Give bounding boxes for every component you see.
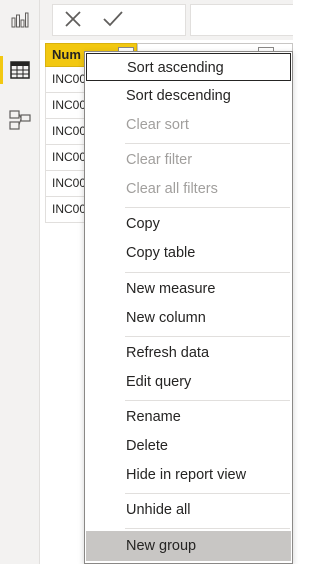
menu-separator [125,493,290,494]
menu-separator [125,143,290,144]
formula-input[interactable] [190,4,293,36]
column-header-label: Num [52,47,81,62]
menu-item-clear-sort[interactable]: Clear sort [86,111,291,139]
commit-formula-button[interactable] [93,5,133,35]
menu-item-sort-descending[interactable]: Sort descending [86,82,291,110]
close-icon [63,9,83,32]
menu-separator [125,528,290,529]
formula-bar-buttons [52,4,186,36]
menu-item-copy-table[interactable]: Copy table [86,239,291,267]
view-switcher-rail [0,0,40,564]
menu-item-new-column[interactable]: New column [86,304,291,332]
menu-separator [125,207,290,208]
menu-item-clear-all-filters[interactable]: Clear all filters [86,175,291,203]
menu-separator [125,336,290,337]
menu-item-refresh-data[interactable]: Refresh data [86,339,291,367]
menu-item-new-group[interactable]: New group [86,531,291,561]
table-grid-icon [10,61,30,79]
menu-item-unhide-all[interactable]: Unhide all [86,496,291,524]
menu-item-hide-in-report-view[interactable]: Hide in report view [86,461,291,489]
check-icon [102,9,124,32]
menu-item-new-measure[interactable]: New measure [86,275,291,303]
menu-separator [125,272,290,273]
model-view-button[interactable] [0,100,40,140]
menu-item-delete[interactable]: Delete [86,432,291,460]
menu-separator [125,400,290,401]
menu-item-edit-query[interactable]: Edit query [86,368,291,396]
model-diagram-icon [9,109,31,131]
menu-item-clear-filter[interactable]: Clear filter [86,146,291,174]
menu-item-copy[interactable]: Copy [86,210,291,238]
menu-item-rename[interactable]: Rename [86,403,291,431]
report-view-button[interactable] [0,0,40,40]
cancel-formula-button[interactable] [53,5,93,35]
column-context-menu: Sort ascending Sort descending Clear sor… [84,51,293,564]
menu-item-sort-ascending[interactable]: Sort ascending [86,53,291,81]
formula-bar [40,0,293,40]
data-view-button[interactable] [0,50,40,90]
bar-chart-icon [11,12,29,28]
